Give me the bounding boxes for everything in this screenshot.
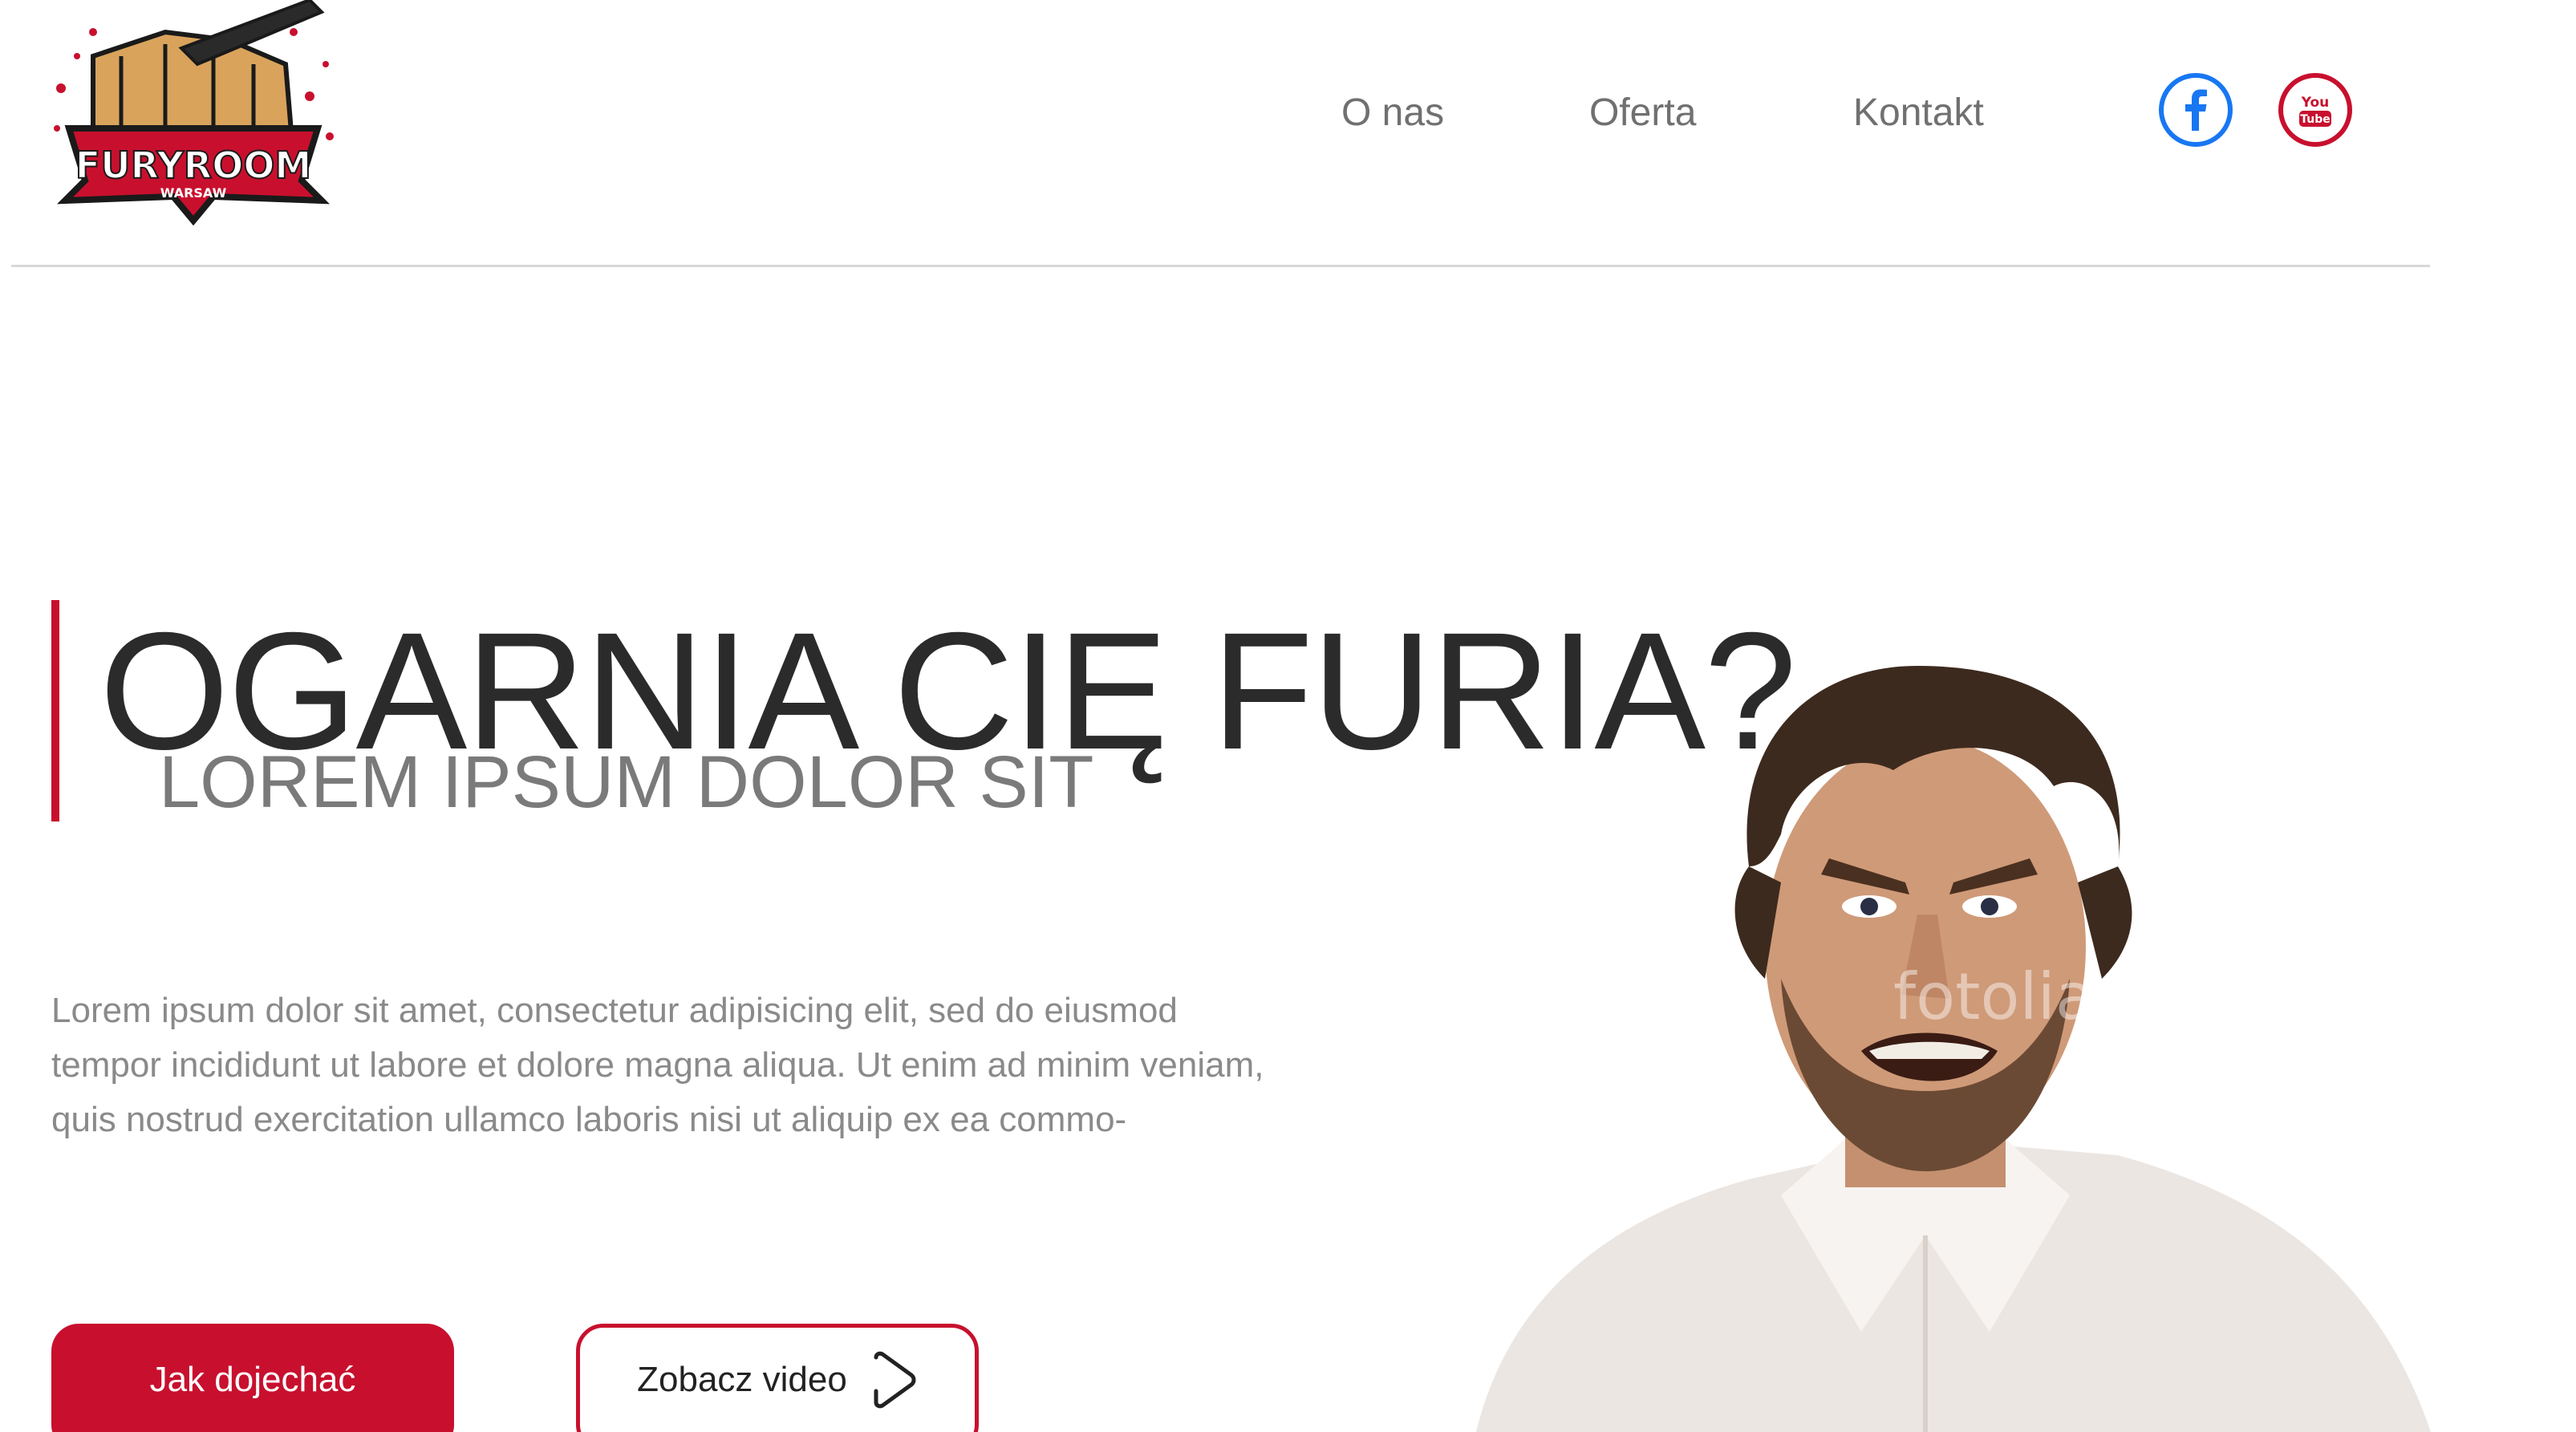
youtube-text-tube: Tube xyxy=(2300,113,2331,126)
header-divider xyxy=(11,265,2430,267)
page: FURYROOM WARSAW O nas Oferta Kontakt You… xyxy=(0,0,2576,1432)
photo-watermark: fotolia xyxy=(1893,959,2095,1034)
facebook-link[interactable] xyxy=(2159,73,2233,147)
play-icon xyxy=(874,1351,916,1409)
watch-video-button[interactable]: Zobacz video xyxy=(576,1324,979,1432)
youtube-icon: You Tube xyxy=(2299,95,2331,127)
hero-subtitle: LOREM IPSUM DOLOR SIT xyxy=(159,741,1094,823)
nav-link-oferta[interactable]: Oferta xyxy=(1589,87,1696,140)
hero-accent-bar xyxy=(51,600,59,821)
furyroom-logo[interactable]: FURYROOM WARSAW xyxy=(45,0,342,233)
nav-link-kontakt[interactable]: Kontakt xyxy=(1853,87,1984,140)
nav-link-o-nas[interactable]: O nas xyxy=(1341,87,1444,140)
facebook-icon xyxy=(2185,89,2207,131)
directions-button[interactable]: Jak dojechać xyxy=(51,1324,454,1432)
youtube-link[interactable]: You Tube xyxy=(2278,73,2352,147)
logo-subtext: WARSAW xyxy=(160,185,227,201)
directions-button-label: Jak dojechać xyxy=(149,1360,356,1399)
watch-video-button-label: Zobacz video xyxy=(637,1360,847,1399)
logo-text: FURYROOM xyxy=(75,144,311,187)
hero-body-text: Lorem ipsum dolor sit amet, consectetur … xyxy=(51,991,1264,1139)
youtube-text-you: You xyxy=(2301,95,2330,111)
